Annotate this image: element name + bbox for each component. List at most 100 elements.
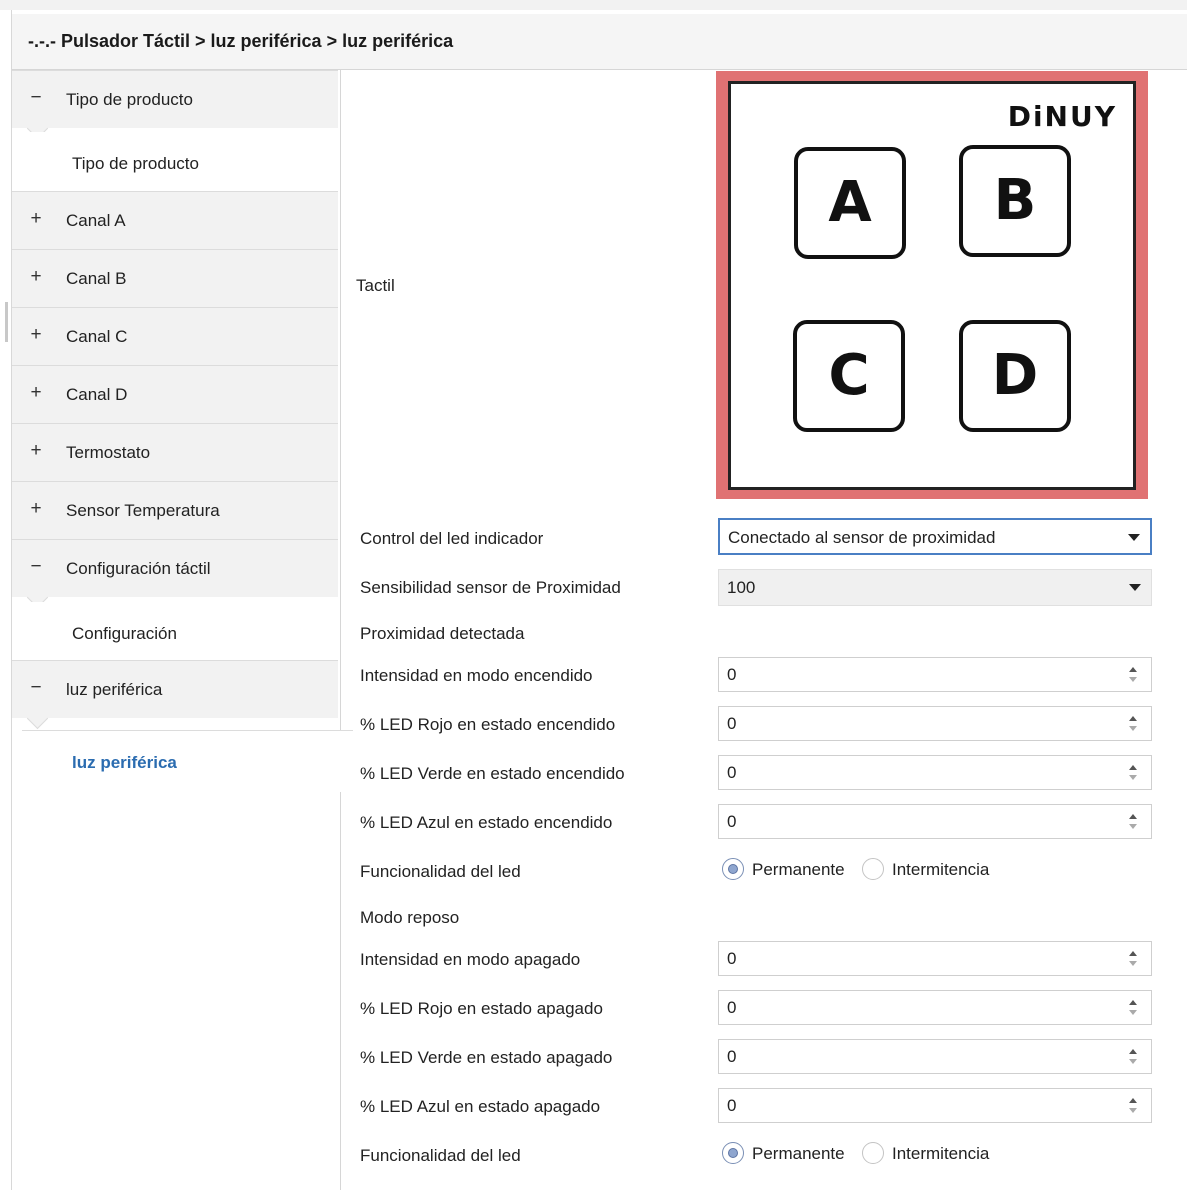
step-up-icon[interactable] [1129,716,1137,721]
func-off-label: Funcionalidad del led [360,1146,521,1165]
radio-label: Permanente [752,1144,845,1163]
step-up-icon[interactable] [1129,1000,1137,1005]
step-down-icon[interactable] [1129,1059,1137,1064]
sidebar-item-luz-periferica[interactable]: − luz periférica [12,660,338,718]
window-top-band [0,0,1187,10]
expand-icon[interactable]: + [28,209,44,229]
step-down-icon[interactable] [1129,1010,1137,1015]
control-led-dropdown[interactable]: Conectado al sensor de proximidad [718,518,1152,555]
sidebar-item-label: Canal D [66,385,128,404]
sidebar-subitem-label: Tipo de producto [72,154,199,173]
section-reposo: Modo reposo [360,908,460,927]
rojo-off-stepper[interactable]: 0 [718,990,1152,1025]
azul-on-label: % LED Azul en estado encendido [360,813,613,832]
sensibilidad-label: Sensibilidad sensor de Proximidad [360,578,621,597]
step-down-icon[interactable] [1129,1108,1137,1113]
expand-icon[interactable]: + [28,383,44,403]
azul-off-label: % LED Azul en estado apagado [360,1097,601,1116]
intensidad-on-label: Intensidad en modo encendido [360,666,593,685]
sidebar-subitem-configuracion[interactable]: Configuración [12,602,338,664]
control-led-label: Control del led indicador [360,529,544,548]
sensibilidad-dropdown[interactable]: 100 [718,569,1152,606]
rojo-on-stepper[interactable]: 0 [718,706,1152,741]
sidebar-item-canal-a[interactable]: + Canal A [12,191,338,249]
stepper-value: 0 [727,665,737,684]
verde-off-stepper[interactable]: 0 [718,1039,1152,1074]
intensidad-off-stepper[interactable]: 0 [718,941,1152,976]
intensidad-on-stepper[interactable]: 0 [718,657,1152,692]
expand-icon[interactable]: + [28,441,44,461]
sidebar-subitem-label: luz periférica [72,753,177,772]
key-d: D [959,320,1071,432]
sidebar-item-label: Tipo de producto [66,90,193,109]
sidebar-item-label: Canal C [66,327,128,346]
stepper-value: 0 [727,1096,737,1115]
step-up-icon[interactable] [1129,951,1137,956]
expand-icon[interactable]: + [28,499,44,519]
sidebar-item-label: luz periférica [66,680,163,699]
radio-unchecked-icon[interactable] [862,1142,884,1164]
splitter-grip[interactable] [5,302,8,342]
step-up-icon[interactable] [1129,667,1137,672]
radio-label: Intermitencia [892,860,990,879]
radio-unchecked-icon[interactable] [862,858,884,880]
expand-icon[interactable]: + [28,325,44,345]
stepper-value: 0 [727,998,737,1017]
sidebar-item-label: Configuración táctil [66,559,211,578]
step-down-icon[interactable] [1129,775,1137,780]
left-splitter[interactable] [0,10,12,1190]
device-preview: DiNUY A B C D [716,71,1148,499]
stepper-value: 0 [727,1047,737,1066]
sidebar-subitem-luz-periferica[interactable]: luz periférica [22,730,353,792]
stepper-value: 0 [727,949,737,968]
step-down-icon[interactable] [1129,961,1137,966]
sidebar-item-tipo-de-producto[interactable]: − Tipo de producto [12,70,338,128]
azul-off-stepper[interactable]: 0 [718,1088,1152,1123]
sidebar-item-configuracion-tactil[interactable]: − Configuración táctil [12,539,338,597]
step-down-icon[interactable] [1129,677,1137,682]
sidebar-item-termostato[interactable]: + Termostato [12,423,338,481]
collapse-icon[interactable]: − [28,557,44,577]
sidebar-item-sensor-temperatura[interactable]: + Sensor Temperatura [12,481,338,539]
sidebar-item-canal-b[interactable]: + Canal B [12,249,338,307]
tactil-label: Tactil [356,276,395,295]
step-up-icon[interactable] [1129,814,1137,819]
sidebar-item-canal-d[interactable]: + Canal D [12,365,338,423]
sidebar-subitem-label: Configuración [72,624,177,643]
sidebar-item-label: Sensor Temperatura [66,501,220,520]
breadcrumb: -.-.- Pulsador Táctil > luz periférica >… [28,31,454,51]
stepper-value: 0 [727,763,737,782]
collapse-icon[interactable]: − [28,88,44,108]
stepper-value: 0 [727,714,737,733]
step-up-icon[interactable] [1129,1049,1137,1054]
dropdown-value: 100 [727,578,756,597]
key-b: B [959,145,1071,257]
radio-label: Intermitencia [892,1144,990,1163]
dropdown-value: Conectado al sensor de proximidad [728,528,996,547]
sidebar-subitem-tipo-de-producto[interactable]: Tipo de producto [12,132,338,194]
radio-checked-icon[interactable] [722,1142,744,1164]
expand-icon[interactable]: + [28,267,44,287]
step-down-icon[interactable] [1129,726,1137,731]
sidebar-item-canal-c[interactable]: + Canal C [12,307,338,365]
rojo-on-label: % LED Rojo en estado encendido [360,715,616,734]
sidebar-item-label: Canal A [66,211,126,230]
radio-label: Permanente [752,860,845,879]
collapse-icon[interactable]: − [28,678,44,698]
chevron-down-icon [1128,534,1140,541]
step-up-icon[interactable] [1129,765,1137,770]
verde-off-label: % LED Verde en estado apagado [360,1048,613,1067]
azul-on-stepper[interactable]: 0 [718,804,1152,839]
device-face: DiNUY A B C D [728,81,1136,490]
step-down-icon[interactable] [1129,824,1137,829]
section-proximidad: Proximidad detectada [360,624,525,643]
func-on-label: Funcionalidad del led [360,862,521,881]
stepper-value: 0 [727,812,737,831]
step-up-icon[interactable] [1129,1098,1137,1103]
verde-on-stepper[interactable]: 0 [718,755,1152,790]
breadcrumb-bar: -.-.- Pulsador Táctil > luz periférica >… [12,14,1187,70]
key-c: C [793,320,905,432]
sidebar: − Tipo de producto Tipo de producto + Ca… [12,70,353,1190]
sidebar-item-label: Canal B [66,269,127,288]
radio-checked-icon[interactable] [722,858,744,880]
